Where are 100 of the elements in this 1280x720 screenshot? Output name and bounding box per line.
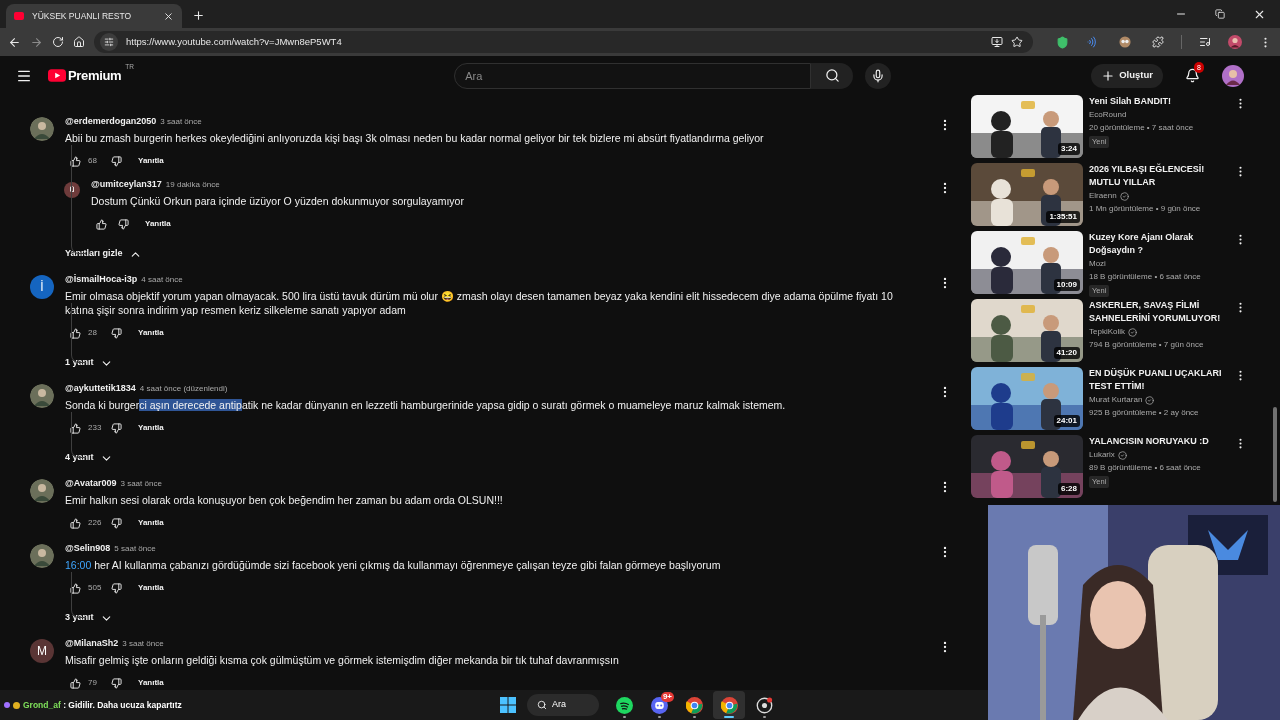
new-tab-icon[interactable] bbox=[192, 9, 205, 22]
video-stats: 925 B görüntüleme • 2 ay önce bbox=[1089, 407, 1200, 419]
thumbs-up-icon bbox=[69, 677, 81, 689]
video-title[interactable]: EN DÜŞÜK PUANLI UÇAKLARI TEST ETTİM! bbox=[1089, 367, 1226, 393]
home-icon[interactable] bbox=[73, 36, 85, 48]
comment-text: Abii bu zmash burgerin herkes okeylediğini anlıyoruzda kişi başı 3k olması neden bu kadar normal geliyor bir tek bizlere mi absürt fiyatlandırma geliyor bbox=[65, 131, 765, 145]
like-count: 226 bbox=[88, 517, 103, 529]
site-info-icon[interactable] bbox=[104, 37, 114, 47]
video-duration: 3:24 bbox=[1058, 143, 1080, 155]
reply-button[interactable]: Yanıtla bbox=[134, 323, 168, 343]
logo-text: Premium bbox=[68, 66, 122, 85]
search-field[interactable]: Ara bbox=[454, 62, 812, 89]
video-stats: 794 B görüntüleme • 7 gün önce bbox=[1089, 339, 1205, 351]
replies-toggle[interactable]: Yanıtları gizle bbox=[65, 243, 142, 265]
video-duration: 6:28 bbox=[1058, 483, 1080, 495]
thumbs-up-icon bbox=[69, 155, 81, 167]
like-count: 68 bbox=[88, 155, 98, 167]
signal-waves-icon[interactable] bbox=[1086, 36, 1098, 48]
notifications-icon[interactable] bbox=[1185, 68, 1200, 83]
search-icon bbox=[824, 68, 840, 83]
comment-time[interactable]: 19 dakika önce bbox=[165, 179, 220, 191]
video-title[interactable]: Yeni Silah BANDIT! bbox=[1089, 95, 1226, 108]
comment-author[interactable]: @erdemerdogan2050 bbox=[65, 115, 157, 129]
reload-icon[interactable] bbox=[52, 36, 64, 48]
media-controls-icon[interactable] bbox=[1199, 36, 1211, 48]
favicon-icon bbox=[14, 12, 24, 20]
comment-time[interactable]: 4 saat önce bbox=[141, 274, 183, 286]
like-count: 79 bbox=[88, 677, 98, 689]
reply-button[interactable]: Yanıtla bbox=[134, 578, 168, 598]
bookmark-icon[interactable] bbox=[1011, 36, 1023, 48]
reply-button[interactable]: Yanıtla bbox=[134, 151, 168, 171]
video-stats: 1 Mn görüntüleme • 9 gün önce bbox=[1089, 203, 1202, 215]
comment-author[interactable]: @Avatar009 bbox=[65, 477, 117, 491]
comment-time[interactable]: 5 saat önce bbox=[114, 543, 156, 555]
play-logo-icon bbox=[48, 69, 66, 82]
scrollbar[interactable] bbox=[1273, 407, 1277, 502]
app-badge: 9+ bbox=[660, 692, 674, 702]
video-title[interactable]: Kuzey Kore Ajanı Olarak Doğsaydın ? bbox=[1089, 231, 1226, 257]
thumbs-down-icon bbox=[110, 155, 122, 167]
video-duration: 1:35:51 bbox=[1046, 211, 1080, 223]
comment-text: 16:00 her AI kullanma çabanızı gördüğümde sizi facebook yeni çıkmış da kullanmayı öğrenmeye çalışan teyze gibi falan görmeye başlıyorum bbox=[65, 558, 722, 572]
restore-icon[interactable] bbox=[1215, 9, 1225, 19]
thumbs-down-icon bbox=[110, 677, 122, 689]
video-title[interactable]: 2026 YILBAŞI EĞLENCESİ! MUTLU YILLAR bbox=[1089, 163, 1226, 189]
browser-tab[interactable]: YÜKSEK PUANLI RESTO bbox=[6, 4, 182, 28]
forward-icon[interactable] bbox=[30, 35, 43, 49]
microphone-icon bbox=[871, 68, 886, 83]
video-duration: 10:09 bbox=[1053, 279, 1080, 291]
back-icon[interactable] bbox=[8, 35, 21, 49]
voice-search-button[interactable] bbox=[865, 62, 892, 89]
channel-name[interactable]: TepkiKolik bbox=[1089, 326, 1125, 338]
video-stats: 89 B görüntüleme • 6 saat önce bbox=[1089, 462, 1202, 474]
install-icon[interactable] bbox=[991, 36, 1003, 48]
video-stats: 20 görüntüleme • 7 saat önce bbox=[1089, 122, 1195, 134]
recorder-icon[interactable] bbox=[755, 696, 773, 714]
shield-icon[interactable] bbox=[1056, 35, 1069, 49]
comment-author[interactable]: @MilanaSh2 bbox=[65, 637, 119, 651]
channel-name[interactable]: Mozi bbox=[1089, 258, 1106, 270]
thumbs-up-icon bbox=[69, 582, 81, 594]
video-stats: 18 B görüntüleme • 6 saat önce bbox=[1089, 271, 1202, 283]
thumbs-up-icon bbox=[95, 218, 107, 230]
timestamp-link[interactable]: 16:00 bbox=[65, 559, 92, 571]
reply-button[interactable]: Yanıtla bbox=[134, 673, 168, 693]
video-title[interactable]: YALANCISIN NORUYAKU :D bbox=[1089, 435, 1226, 448]
video-title[interactable]: ASKERLER, SAVAŞ FİLMİ SAHNELERİNİ YORUMLUYOR! bbox=[1089, 299, 1226, 325]
comment-time[interactable]: 3 saat önce bbox=[122, 638, 164, 650]
spotify-icon[interactable] bbox=[615, 696, 633, 714]
avatar[interactable]: İ bbox=[30, 275, 54, 299]
owl-icon[interactable] bbox=[1119, 36, 1131, 48]
extensions-icon[interactable] bbox=[1152, 36, 1164, 48]
reply-button[interactable]: Yanıtla bbox=[134, 418, 168, 438]
video-duration: 41:20 bbox=[1053, 347, 1080, 359]
comment-author[interactable]: @aykuttetik1834 bbox=[65, 382, 136, 396]
profile-avatar[interactable] bbox=[1228, 35, 1242, 49]
avatar[interactable]: M bbox=[30, 639, 54, 663]
chrome-icon[interactable] bbox=[685, 696, 703, 714]
like-count: 28 bbox=[88, 327, 98, 339]
address-bar[interactable]: https://www.youtube.com/watch?v=JMwn8eP5WT4 bbox=[94, 31, 1033, 53]
channel-name[interactable]: Elraenn bbox=[1089, 190, 1117, 202]
taskbar-search[interactable]: Ara bbox=[527, 694, 599, 716]
start-icon[interactable] bbox=[500, 697, 516, 713]
reply-button[interactable]: Yanıtla bbox=[141, 214, 175, 234]
create-button[interactable]: Oluştur bbox=[1091, 63, 1163, 88]
search-button[interactable] bbox=[811, 62, 854, 89]
channel-name[interactable]: Murat Kurtaran bbox=[1089, 394, 1143, 406]
comment-author[interactable]: @umitceylan317 bbox=[91, 178, 162, 192]
chat-message: Grond_af : Gidilir. Daha ucuza kapartıtz bbox=[23, 698, 182, 712]
comment-time[interactable]: 3 saat önce bbox=[120, 478, 162, 490]
close-icon[interactable] bbox=[163, 10, 174, 22]
chrome-icon[interactable] bbox=[720, 696, 738, 714]
comment-author[interactable]: @Selin908 bbox=[65, 542, 111, 556]
comment-time[interactable]: 4 saat önce (düzenlendi) bbox=[139, 383, 228, 395]
comment-text: Emir halkın sesi olarak orda konuşuyor ben çok beğendim her zaman bu adam orda OLSUN!!! bbox=[65, 493, 504, 507]
channel-name[interactable]: EcoRound bbox=[1089, 109, 1127, 121]
account-avatar[interactable] bbox=[1222, 64, 1244, 87]
reply-button[interactable]: Yanıtla bbox=[134, 513, 168, 533]
url-text: https://www.youtube.com/watch?v=JMwn8eP5WT4 bbox=[126, 34, 343, 49]
channel-name[interactable]: Lukarix bbox=[1089, 449, 1115, 461]
comment-author[interactable]: @İsmailHoca-i3p bbox=[65, 273, 138, 287]
comment-time[interactable]: 3 saat önce bbox=[160, 116, 202, 128]
